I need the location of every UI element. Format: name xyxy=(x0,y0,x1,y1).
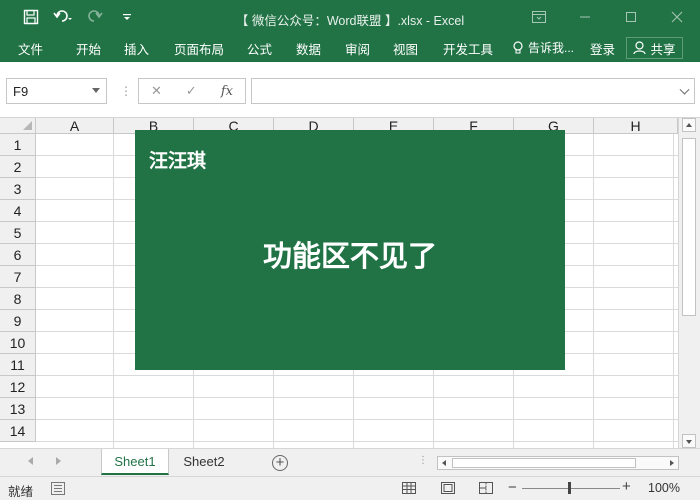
close-icon[interactable] xyxy=(654,0,700,34)
enter-check-icon[interactable]: ✓ xyxy=(186,83,197,99)
normal-view-icon[interactable] xyxy=(401,480,417,496)
vertical-scrollbar[interactable] xyxy=(678,118,700,448)
scroll-right-icon[interactable] xyxy=(670,459,674,466)
sheet-tab-sheet2[interactable]: Sheet2 xyxy=(170,449,238,475)
formula-bar: F9 ⋮ ✕ ✓ fx xyxy=(0,62,700,118)
maximize-icon[interactable] xyxy=(608,0,654,34)
tab-file[interactable]: 文件 xyxy=(18,39,43,58)
column-header[interactable]: A xyxy=(36,118,114,134)
status-bar: 就绪 − + 100% xyxy=(0,476,700,500)
row-header[interactable]: 1 xyxy=(0,134,36,156)
insert-function-icon[interactable]: fx xyxy=(221,84,233,99)
name-box[interactable]: F9 xyxy=(6,78,107,104)
row-header[interactable]: 3 xyxy=(0,178,36,200)
horizontal-scroll-thumb[interactable] xyxy=(452,458,636,468)
sheet-tab-bar: Sheet1 Sheet2 + ⋮ xyxy=(0,448,700,476)
ribbon-tabs: 文件 开始 插入 页面布局 公式 数据 审阅 视图 开发工具 告诉我... 登录… xyxy=(0,34,700,62)
chevron-down-icon[interactable] xyxy=(92,88,100,93)
expand-formula-bar-icon[interactable] xyxy=(679,84,690,95)
page-layout-view-icon[interactable] xyxy=(440,480,456,496)
vertical-scroll-thumb[interactable] xyxy=(682,138,696,316)
zoom-slider-thumb[interactable] xyxy=(568,482,571,494)
zoom-in-icon[interactable]: + xyxy=(622,478,631,495)
row-header[interactable]: 6 xyxy=(0,244,36,266)
formula-buttons: ✕ ✓ fx xyxy=(138,78,246,104)
tab-home[interactable]: 开始 xyxy=(76,39,101,58)
previous-sheet-icon[interactable] xyxy=(28,457,33,465)
caret-up-icon xyxy=(686,123,692,127)
zoom-slider-track[interactable] xyxy=(522,488,620,489)
row-header[interactable]: 5 xyxy=(0,222,36,244)
minimize-icon[interactable] xyxy=(562,0,608,34)
page-break-preview-icon[interactable] xyxy=(478,480,494,496)
login-link[interactable]: 登录 xyxy=(590,39,615,58)
tab-view[interactable]: 视图 xyxy=(393,39,418,58)
share-label: 共享 xyxy=(650,42,676,57)
add-sheet-icon[interactable]: + xyxy=(272,455,288,471)
next-sheet-icon[interactable] xyxy=(56,457,61,465)
formula-bar-separator-icon: ⋮ xyxy=(120,84,132,98)
cancel-icon[interactable]: ✕ xyxy=(151,83,162,99)
brand-logo-text: 汪汪琪 xyxy=(149,150,207,172)
row-header[interactable]: 14 xyxy=(0,420,36,442)
horizontal-scrollbar[interactable] xyxy=(437,456,679,470)
caret-down-icon xyxy=(686,440,692,444)
row-header[interactable]: 10 xyxy=(0,332,36,354)
share-button[interactable]: 共享 xyxy=(626,37,683,59)
row-header[interactable]: 7 xyxy=(0,266,36,288)
row-header[interactable]: 11 xyxy=(0,354,36,376)
ribbon-display-options-icon[interactable] xyxy=(516,0,562,34)
tab-page-layout[interactable]: 页面布局 xyxy=(174,39,224,58)
tell-me-search[interactable]: 告诉我... xyxy=(512,39,574,56)
row-header[interactable]: 4 xyxy=(0,200,36,222)
select-all-button[interactable] xyxy=(0,118,36,134)
person-icon xyxy=(633,41,647,55)
macro-recording-icon[interactable] xyxy=(51,482,65,495)
row-header[interactable]: 8 xyxy=(0,288,36,310)
row-header[interactable]: 12 xyxy=(0,376,36,398)
scroll-up-button[interactable] xyxy=(682,118,696,132)
tell-me-label: 告诉我... xyxy=(528,41,575,55)
row-header[interactable]: 2 xyxy=(0,156,36,178)
name-box-value: F9 xyxy=(13,84,29,99)
tab-insert[interactable]: 插入 xyxy=(124,39,149,58)
formula-input[interactable] xyxy=(251,78,695,104)
title-overlay-banner: 汪汪琪 功能区不见了 xyxy=(135,130,565,370)
row-header[interactable]: 9 xyxy=(0,310,36,332)
column-header[interactable]: H xyxy=(594,118,678,134)
overlay-headline: 功能区不见了 xyxy=(262,239,437,273)
zoom-level[interactable]: 100% xyxy=(648,481,680,495)
sheet-tab-sheet1[interactable]: Sheet1 xyxy=(101,449,169,475)
tab-formulas[interactable]: 公式 xyxy=(247,39,272,58)
tab-review[interactable]: 审阅 xyxy=(345,39,370,58)
tab-split-handle-icon[interactable]: ⋮ xyxy=(418,455,428,466)
title-bar: 【 微信公众号：Word联盟 】.xlsx - Excel xyxy=(0,0,700,34)
scroll-down-button[interactable] xyxy=(682,434,696,448)
status-text: 就绪 xyxy=(8,485,34,499)
zoom-out-icon[interactable]: − xyxy=(508,479,517,496)
window-controls xyxy=(516,0,700,34)
scroll-left-icon[interactable] xyxy=(442,459,446,466)
lightbulb-icon xyxy=(513,40,523,53)
tab-developer[interactable]: 开发工具 xyxy=(443,39,493,58)
tab-data[interactable]: 数据 xyxy=(296,39,321,58)
row-header[interactable]: 13 xyxy=(0,398,36,420)
